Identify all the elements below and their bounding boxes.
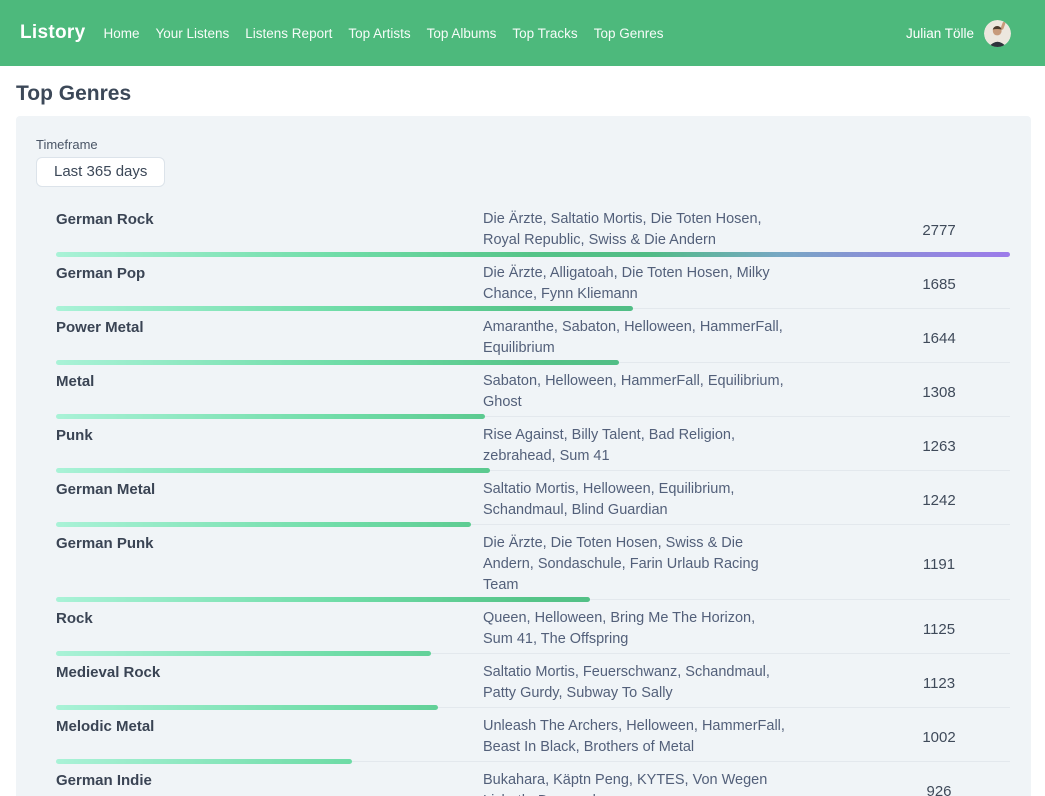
genre-artists: Unleash The Archers, Helloween, HammerFa… — [483, 716, 785, 758]
nav-link-your-listens[interactable]: Your Listens — [155, 26, 229, 41]
main-content: Top Genres Timeframe Last 365 days Germa… — [0, 83, 1045, 796]
nav-link-top-tracks[interactable]: Top Tracks — [512, 26, 577, 41]
genre-bar — [56, 651, 431, 656]
genre-bar — [56, 759, 352, 764]
nav-link-top-artists[interactable]: Top Artists — [348, 26, 410, 41]
genre-bar — [56, 306, 633, 311]
genre-bar-track — [56, 597, 1010, 602]
genre-count: 1191 — [879, 556, 1010, 573]
genre-count: 1308 — [879, 384, 1010, 401]
genre-artists: Amaranthe, Sabaton, Helloween, HammerFal… — [483, 317, 785, 359]
genre-row: German Rock Die Ärzte, Saltatio Mortis, … — [56, 209, 1010, 257]
genre-bar — [56, 252, 1010, 257]
genre-bar-track — [56, 468, 1010, 473]
nav-links: Home Your Listens Listens Report Top Artist… — [103, 26, 663, 41]
genre-name: German Indie — [56, 770, 483, 791]
genre-row: Melodic Metal Unleash The Archers, Hello… — [56, 716, 1010, 764]
genre-name: Melodic Metal — [56, 716, 483, 737]
genre-name: Punk — [56, 425, 483, 446]
genre-name: Power Metal — [56, 317, 483, 338]
genre-bar-track — [56, 705, 1010, 710]
timeframe-filter: Timeframe Last 365 days — [36, 137, 1011, 187]
genre-artists: Queen, Helloween, Bring Me The Horizon, … — [483, 608, 785, 650]
genre-artists: Rise Against, Billy Talent, Bad Religion… — [483, 425, 785, 467]
genre-row: Punk Rise Against, Billy Talent, Bad Rel… — [56, 425, 1010, 473]
genre-row: German Indie Bukahara, Käptn Peng, KYTES… — [56, 770, 1010, 796]
nav-link-top-genres[interactable]: Top Genres — [594, 26, 664, 41]
user-menu[interactable]: Julian Tölle — [906, 20, 1011, 47]
genre-name: German Punk — [56, 533, 483, 554]
genre-row: Rock Queen, Helloween, Bring Me The Hori… — [56, 608, 1010, 656]
genre-bar-track — [56, 360, 1010, 365]
genre-count: 1263 — [879, 438, 1010, 455]
genre-row: Metal Sabaton, Helloween, HammerFall, Eq… — [56, 371, 1010, 419]
genre-bar-track — [56, 306, 1010, 311]
genre-bar-track — [56, 651, 1010, 656]
genre-row: Medieval Rock Saltatio Mortis, Feuerschw… — [56, 662, 1010, 710]
app-logo[interactable]: Listory — [20, 22, 85, 44]
genre-name: Metal — [56, 371, 483, 392]
genre-name: German Rock — [56, 209, 483, 230]
nav-link-home[interactable]: Home — [103, 26, 139, 41]
genre-name: Rock — [56, 608, 483, 629]
genre-row: German Punk Die Ärzte, Die Toten Hosen, … — [56, 533, 1010, 602]
genre-bar — [56, 414, 485, 419]
genre-count: 1002 — [879, 729, 1010, 746]
genre-row: German Metal Saltatio Mortis, Helloween,… — [56, 479, 1010, 527]
page-title: Top Genres — [16, 83, 1031, 105]
genre-count: 1685 — [879, 276, 1010, 293]
genre-bar-track — [56, 414, 1010, 419]
navbar: Listory Home Your Listens Listens Report To… — [0, 0, 1045, 66]
genre-count: 926 — [879, 783, 1010, 796]
genre-artists: Sabaton, Helloween, HammerFall, Equilibr… — [483, 371, 785, 413]
timeframe-label: Timeframe — [36, 137, 1011, 152]
genre-bar-track — [56, 252, 1010, 257]
genre-bar — [56, 705, 438, 710]
genre-bar — [56, 360, 619, 365]
user-name: Julian Tölle — [906, 26, 974, 41]
genres-table: German Rock Die Ärzte, Saltatio Mortis, … — [56, 209, 1010, 796]
genre-artists: Saltatio Mortis, Feuerschwanz, Schandmau… — [483, 662, 785, 704]
genre-row: German Pop Die Ärzte, Alligatoah, Die To… — [56, 263, 1010, 311]
genre-bar-track — [56, 759, 1010, 764]
genre-artists: Die Ärzte, Alligatoah, Die Toten Hosen, … — [483, 263, 785, 305]
user-avatar[interactable] — [984, 20, 1011, 47]
genre-count: 2777 — [879, 222, 1010, 239]
genre-bar — [56, 468, 490, 473]
avatar-photo — [984, 20, 1011, 47]
genre-name: Medieval Rock — [56, 662, 483, 683]
nav-link-top-albums[interactable]: Top Albums — [427, 26, 497, 41]
genre-name: German Metal — [56, 479, 483, 500]
genre-bar-track — [56, 522, 1010, 527]
top-genres-card: Timeframe Last 365 days German Rock Die … — [16, 116, 1031, 796]
timeframe-select[interactable]: Last 365 days — [36, 157, 165, 187]
genre-artists: Die Ärzte, Saltatio Mortis, Die Toten Ho… — [483, 209, 785, 251]
genre-count: 1123 — [879, 675, 1010, 692]
nav-link-listens-report[interactable]: Listens Report — [245, 26, 332, 41]
genre-bar — [56, 597, 590, 602]
genre-bar — [56, 522, 471, 527]
genre-name: German Pop — [56, 263, 483, 284]
genre-count: 1644 — [879, 330, 1010, 347]
genre-artists: Die Ärzte, Die Toten Hosen, Swiss & Die … — [483, 533, 785, 596]
genre-artists: Bukahara, Käptn Peng, KYTES, Von Wegen L… — [483, 770, 785, 796]
genre-artists: Saltatio Mortis, Helloween, Equilibrium,… — [483, 479, 785, 521]
genre-count: 1125 — [879, 621, 1010, 638]
genre-row: Power Metal Amaranthe, Sabaton, Hellowee… — [56, 317, 1010, 365]
genre-count: 1242 — [879, 492, 1010, 509]
